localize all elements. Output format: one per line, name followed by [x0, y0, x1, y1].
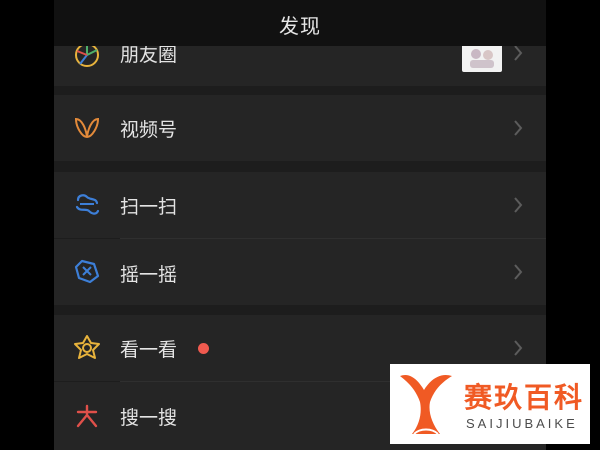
notification-dot [198, 343, 209, 354]
whale-tail-logo-icon [400, 374, 452, 435]
menu-item-label: 搜一搜 [120, 407, 178, 429]
watermark: 赛玖百科 SAIJIUBAIKE [390, 364, 590, 444]
watermark-brand-en: SAIJIUBAIKE [466, 416, 578, 431]
chevron-right-icon [514, 197, 523, 213]
moments-thumbnail [462, 42, 502, 72]
channels-icon [74, 117, 100, 139]
watermark-brand-cn: 赛玖百科 [464, 381, 585, 414]
menu-item-channels[interactable]: 视频号 [54, 95, 546, 161]
chevron-right-icon [514, 264, 523, 280]
menu-item-label: 摇一摇 [120, 264, 178, 286]
page-title: 发现 [279, 14, 321, 38]
discover-header: 发现 [54, 0, 546, 46]
chevron-right-icon [514, 45, 523, 61]
menu-item-label: 看一看 [120, 339, 178, 361]
chevron-right-icon [514, 120, 523, 136]
menu-item-label: 扫一扫 [120, 196, 178, 218]
menu-item-scan[interactable]: 扫一扫 [54, 172, 546, 238]
top-stories-icon [74, 335, 100, 359]
chevron-right-icon [514, 340, 523, 356]
menu-item-label: 视频号 [120, 119, 178, 141]
search-icon [76, 404, 98, 428]
shake-icon [74, 259, 100, 284]
scan-icon [75, 194, 100, 215]
menu-item-shake[interactable]: 摇一摇 [54, 239, 546, 305]
